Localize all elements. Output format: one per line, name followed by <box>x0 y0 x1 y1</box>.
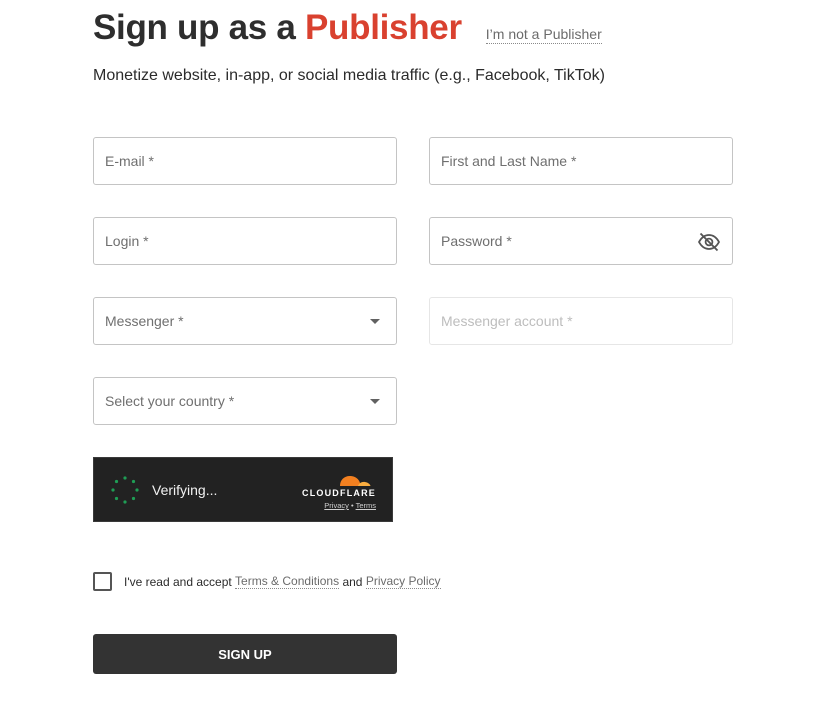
captcha-privacy-link[interactable]: Privacy <box>324 501 349 510</box>
messenger-select[interactable]: Messenger * <box>93 297 397 345</box>
spinner-icon <box>111 476 139 504</box>
cloudflare-wordmark: CLOUDFLARE <box>302 488 376 498</box>
not-publisher-link[interactable]: I’m not a Publisher <box>485 26 602 44</box>
sign-up-button[interactable]: SIGN UP <box>93 634 397 674</box>
password-placeholder: Password * <box>441 233 512 249</box>
full-name-field[interactable]: First and Last Name * <box>429 137 733 185</box>
messenger-account-field: Messenger account * <box>429 297 733 345</box>
full-name-placeholder: First and Last Name * <box>441 153 577 169</box>
cloudflare-captcha[interactable]: Verifying... CLOUDFLARE Privacy • Terms <box>93 457 393 522</box>
terms-link[interactable]: Terms & Conditions <box>235 574 340 589</box>
agreement-row: I've read and accept Terms & Conditions … <box>93 572 441 591</box>
captcha-status: Verifying... <box>152 482 218 498</box>
email-placeholder: E-mail * <box>105 153 155 169</box>
country-placeholder: Select your country * <box>105 393 235 409</box>
page-title: Sign up as a Publisher <box>93 8 462 48</box>
messenger-placeholder: Messenger * <box>105 313 184 329</box>
login-placeholder: Login * <box>105 233 149 249</box>
captcha-separator: • <box>350 501 354 510</box>
caret-down-icon <box>370 319 380 324</box>
page-subtitle: Monetize website, in-app, or social medi… <box>93 67 605 84</box>
messenger-account-placeholder: Messenger account * <box>441 313 573 329</box>
agreement-checkbox[interactable] <box>93 572 112 591</box>
privacy-policy-link[interactable]: Privacy Policy <box>365 574 441 589</box>
captcha-links: Privacy • Terms <box>324 501 376 510</box>
caret-down-icon <box>370 399 380 404</box>
login-field[interactable]: Login * <box>93 217 397 265</box>
title-prefix: Sign up as a <box>93 8 305 47</box>
captcha-terms-link[interactable]: Terms <box>356 501 376 510</box>
agreement-prefix: I've read and accept <box>124 574 232 589</box>
page-header: Sign up as a Publisher I’m not a Publish… <box>93 8 602 48</box>
password-field[interactable]: Password * <box>429 217 733 265</box>
agreement-and: and <box>342 574 363 589</box>
country-select[interactable]: Select your country * <box>93 377 397 425</box>
title-accent: Publisher <box>304 8 462 47</box>
email-field[interactable]: E-mail * <box>93 137 397 185</box>
eye-off-icon[interactable] <box>697 230 721 254</box>
